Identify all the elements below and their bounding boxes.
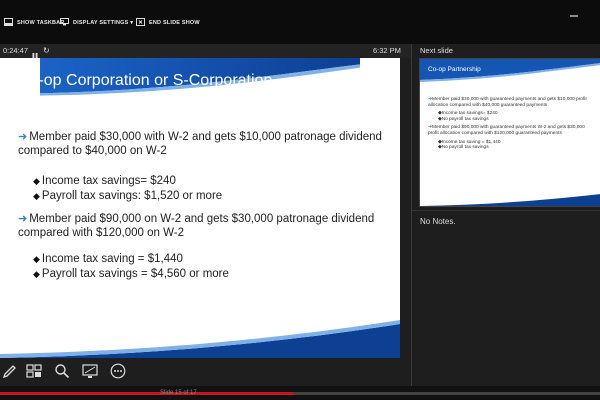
minimize-icon[interactable] [568, 6, 580, 18]
bullet-text: Member paid $30,000 with guaranteed paym… [428, 97, 587, 108]
end-slide-show-label: END SLIDE SHOW [149, 20, 200, 26]
sub-bullet-item: ◆No payroll tax savings [438, 145, 593, 151]
sub-bullet-text: Income tax savings= $240 [41, 175, 176, 187]
current-slide[interactable]: Co-op Corporation or S-Corporation ➜ Memb… [0, 58, 400, 358]
presenter-top-bar: SHOW TASKBAR DISPLAY SETTINGS ▾ END SLID… [0, 0, 600, 44]
diamond-bullet-icon: ◆ [33, 254, 40, 264]
next-slide-preview[interactable]: Co-op Partnership ➜Member paid $30,000 w… [419, 58, 600, 207]
sub-bullet-text: Income tax savings= $240 [441, 111, 498, 117]
elapsed-timer: 0:24:47 [3, 46, 29, 55]
more-options-icon[interactable] [110, 363, 126, 379]
display-settings-button[interactable]: DISPLAY SETTINGS ▾ [60, 17, 133, 29]
monitor-icon [60, 18, 69, 28]
bullet-text: Member paid $90,000 on W-2 and gets $30,… [18, 213, 375, 239]
bullet-text: Member paid $30,000 with W-2 and gets $1… [18, 131, 382, 157]
sub-bullet-text: No payroll tax savings [441, 145, 489, 151]
sub-bullet-text: Payroll tax savings: $1,520 or more [41, 190, 223, 202]
next-slide-header-band [420, 59, 600, 82]
arrow-bullet-icon: ➜ [18, 131, 28, 143]
bullet-item: ➜Member paid $90,000 with guaranteed pay… [428, 125, 593, 136]
bullet-item: ➜ Member paid $90,000 on W-2 and gets $30… [18, 212, 398, 240]
panel-divider[interactable] [411, 44, 412, 400]
show-taskbar-button[interactable]: SHOW TASKBAR [4, 17, 65, 29]
slide-title: Co-op Corporation or S-Corporation [18, 72, 273, 89]
restart-timer-icon[interactable]: ↻ [43, 46, 50, 55]
taskbar-icon [4, 18, 13, 28]
slide-footer-swoosh [0, 320, 400, 358]
sub-bullet-item: ◆No payroll tax savings [438, 117, 593, 123]
clock-time: 6:32 PM [373, 46, 401, 55]
zoom-icon[interactable] [54, 363, 70, 379]
timer-bar: 0:24:47 ↻ 6:32 PM [0, 44, 412, 60]
end-show-icon [136, 18, 145, 28]
diamond-bullet-icon: ◆ [33, 269, 40, 279]
sub-bullet-item: ◆ Payroll tax savings: $1,520 or more [33, 189, 222, 203]
notes-separator [412, 210, 600, 211]
sub-bullet-item: ◆Income tax savings= $240 [33, 174, 176, 188]
diamond-bullet-icon: ◆ [33, 191, 40, 201]
bullet-item: ➜ Member paid $30,000 with W-2 and gets $… [18, 130, 398, 158]
pen-icon[interactable] [2, 363, 18, 379]
progress-fill [0, 392, 294, 395]
slide-counter[interactable]: Slide 15 of 17 [160, 390, 197, 396]
black-screen-icon[interactable] [82, 363, 98, 379]
next-slide-body: ➜Member paid $30,000 with guaranteed pay… [428, 97, 593, 151]
display-settings-label: DISPLAY SETTINGS ▾ [73, 20, 134, 26]
sub-bullet-item: ◆ Payroll tax savings = $4,560 or more [33, 267, 229, 281]
next-slide-title: Co-op Partnership [428, 66, 481, 73]
speaker-notes[interactable]: No Notes. [420, 217, 456, 226]
next-slide-footer-swoosh [420, 194, 600, 206]
presenter-toolbar [0, 358, 412, 386]
sub-bullet-item: ◆Income tax saving = $1,440 [33, 252, 183, 266]
next-slide-label: Next slide [420, 46, 453, 55]
diamond-bullet-icon: ◆ [33, 176, 40, 186]
sub-bullet-text: Income tax saving = $1,440 [41, 253, 183, 265]
arrow-bullet-icon: ➜ [18, 213, 28, 225]
pause-icon[interactable] [32, 47, 38, 60]
sub-bullet-text: Income tax saving = $1,440 [441, 139, 501, 145]
end-slide-show-button[interactable]: END SLIDE SHOW [136, 17, 200, 29]
show-taskbar-label: SHOW TASKBAR [17, 20, 65, 26]
sub-bullet-text: No payroll tax savings [441, 116, 489, 122]
bullet-text: Member paid $90,000 with guaranteed paym… [428, 125, 585, 136]
bullet-item: ➜Member paid $30,000 with guaranteed pay… [428, 97, 593, 108]
sub-bullet-text: Payroll tax savings = $4,560 or more [41, 268, 229, 280]
see-all-slides-icon[interactable] [26, 363, 42, 379]
